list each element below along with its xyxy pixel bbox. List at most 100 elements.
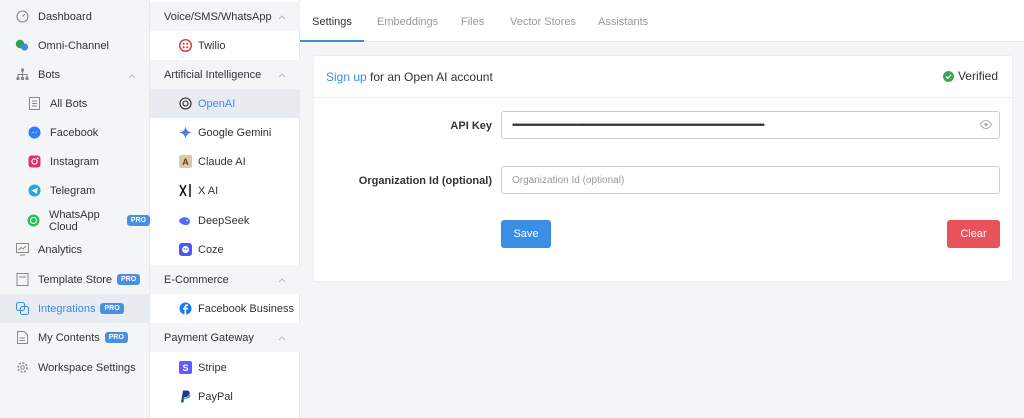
- integration-coze[interactable]: Coze: [150, 235, 300, 264]
- pro-badge: PRO: [100, 303, 124, 314]
- chevron-up-icon[interactable]: [278, 332, 286, 344]
- instagram-icon: [27, 155, 41, 169]
- coze-icon: [178, 243, 192, 257]
- integration-label: X AI: [198, 184, 219, 197]
- integrations-icon: [15, 302, 29, 316]
- nav-integrations[interactable]: Integrations PRO: [0, 294, 150, 323]
- integration-claude-ai[interactable]: A Claude AI: [150, 147, 300, 176]
- pro-badge: PRO: [126, 215, 150, 226]
- section-title: Artificial Intelligence: [164, 68, 262, 81]
- nav-workspace-settings[interactable]: Workspace Settings: [0, 353, 150, 382]
- store-icon: [15, 273, 29, 287]
- section-title: E-Commerce: [164, 273, 229, 286]
- eye-icon[interactable]: [979, 119, 993, 132]
- tab-settings[interactable]: Settings: [300, 0, 364, 42]
- api-key-masked-value: ••••••••••••••••••••••••••••••••••••••••…: [512, 120, 765, 130]
- signup-link[interactable]: Sign up: [326, 70, 367, 84]
- card-header: Sign up for an Open AI account Verified: [314, 56, 1012, 98]
- section-voice-sms-whatsapp[interactable]: Voice/SMS/WhatsApp: [150, 2, 300, 31]
- integration-twilio[interactable]: Twilio: [150, 31, 300, 60]
- integration-label: DeepSeek: [198, 214, 250, 227]
- save-button[interactable]: Save: [501, 220, 551, 248]
- claude-icon: A: [178, 155, 192, 169]
- tab-files[interactable]: Files: [461, 0, 484, 42]
- api-key-field[interactable]: ••••••••••••••••••••••••••••••••••••••••…: [501, 111, 1000, 139]
- integration-label: PayPal: [198, 390, 233, 403]
- section-title: Voice/SMS/WhatsApp: [164, 10, 272, 23]
- integration-openai[interactable]: OpenAI: [150, 89, 300, 118]
- whatsapp-icon: [27, 214, 40, 228]
- svg-text:S: S: [182, 363, 188, 373]
- organization-id-input[interactable]: [501, 166, 1000, 194]
- nav-dashboard[interactable]: Dashboard: [0, 2, 150, 31]
- signup-suffix: for an Open AI account: [366, 70, 493, 84]
- tab-vector-stores[interactable]: Vector Stores: [510, 0, 576, 42]
- integration-label: OpenAI: [198, 97, 236, 110]
- nav-label: Analytics: [38, 243, 83, 256]
- messenger-icon: [27, 126, 41, 140]
- section-artificial-intelligence[interactable]: Artificial Intelligence: [150, 60, 300, 89]
- integration-label: Google Gemini: [198, 126, 272, 139]
- nav-label: All Bots: [50, 97, 88, 110]
- nav-whatsapp-cloud[interactable]: WhatsApp Cloud PRO: [0, 206, 150, 235]
- svg-text:A: A: [182, 157, 189, 167]
- integration-paypal[interactable]: PayPal: [150, 382, 300, 411]
- organization-id-label: Organization Id (optional): [358, 175, 492, 187]
- nav-my-contents[interactable]: My Contents PRO: [0, 323, 150, 352]
- integration-label: Twilio: [198, 39, 226, 52]
- check-circle-icon: [942, 70, 954, 82]
- document-icon: [15, 331, 29, 345]
- nav-label: Instagram: [50, 155, 99, 168]
- chevron-up-icon[interactable]: [278, 11, 286, 23]
- nav-analytics[interactable]: Analytics: [0, 235, 150, 264]
- openai-icon: [178, 97, 192, 111]
- integrations-list: Voice/SMS/WhatsApp Twilio Artificial Int…: [150, 0, 300, 418]
- integration-label: Facebook Business: [198, 302, 294, 315]
- tab-bar: Settings Embeddings Files Vector Stores …: [300, 0, 1024, 42]
- chevron-up-icon[interactable]: [128, 70, 136, 82]
- api-key-label: API Key: [450, 120, 492, 132]
- chat-bubbles-icon: [15, 39, 29, 53]
- main-sidebar: Dashboard Omni-Channel Bots All Bots Fac…: [0, 0, 150, 418]
- nav-label: WhatsApp Cloud: [49, 208, 100, 233]
- nav-label: Template Store: [38, 273, 112, 286]
- chevron-up-icon[interactable]: [278, 69, 286, 81]
- integration-deepseek[interactable]: DeepSeek: [150, 206, 300, 235]
- gemini-icon: [178, 126, 192, 140]
- telegram-icon: [27, 184, 41, 198]
- integration-x-ai[interactable]: X AI: [150, 176, 300, 205]
- section-title: Payment Gateway: [164, 331, 254, 344]
- integration-facebook-business[interactable]: Facebook Business: [150, 294, 300, 323]
- integration-label: Claude AI: [198, 155, 246, 168]
- section-e-commerce[interactable]: E-Commerce: [150, 265, 300, 294]
- nav-instagram[interactable]: Instagram: [0, 147, 150, 176]
- nav-telegram[interactable]: Telegram: [0, 176, 150, 205]
- nav-label: Integrations: [38, 302, 96, 315]
- integration-stripe[interactable]: S Stripe: [150, 353, 300, 382]
- tab-assistants[interactable]: Assistants: [598, 0, 648, 42]
- list-icon: [27, 97, 41, 111]
- gauge-icon: [15, 10, 29, 24]
- chevron-up-icon[interactable]: [278, 274, 286, 286]
- tab-embeddings[interactable]: Embeddings: [377, 0, 438, 42]
- paypal-icon: [178, 390, 192, 404]
- facebook-icon: [178, 302, 192, 316]
- verified-label: Verified: [957, 69, 998, 83]
- nav-all-bots[interactable]: All Bots: [0, 89, 150, 118]
- xai-icon: [178, 184, 192, 198]
- clear-button[interactable]: Clear: [947, 220, 1000, 248]
- integration-label: Stripe: [198, 361, 227, 374]
- pro-badge: PRO: [104, 332, 128, 343]
- nav-label: My Contents: [38, 331, 100, 344]
- integration-google-gemini[interactable]: Google Gemini: [150, 118, 300, 147]
- analytics-icon: [15, 243, 29, 257]
- nav-omni-channel[interactable]: Omni-Channel: [0, 31, 150, 60]
- nav-template-store[interactable]: Template Store PRO: [0, 265, 150, 294]
- section-payment-gateway[interactable]: Payment Gateway: [150, 323, 300, 352]
- nav-label: Workspace Settings: [38, 361, 136, 374]
- nav-bots[interactable]: Bots: [0, 60, 150, 89]
- signup-text: Sign up for an Open AI account: [326, 70, 493, 84]
- nav-label: Dashboard: [38, 10, 92, 23]
- nav-label: Telegram: [50, 184, 96, 197]
- nav-facebook[interactable]: Facebook: [0, 118, 150, 147]
